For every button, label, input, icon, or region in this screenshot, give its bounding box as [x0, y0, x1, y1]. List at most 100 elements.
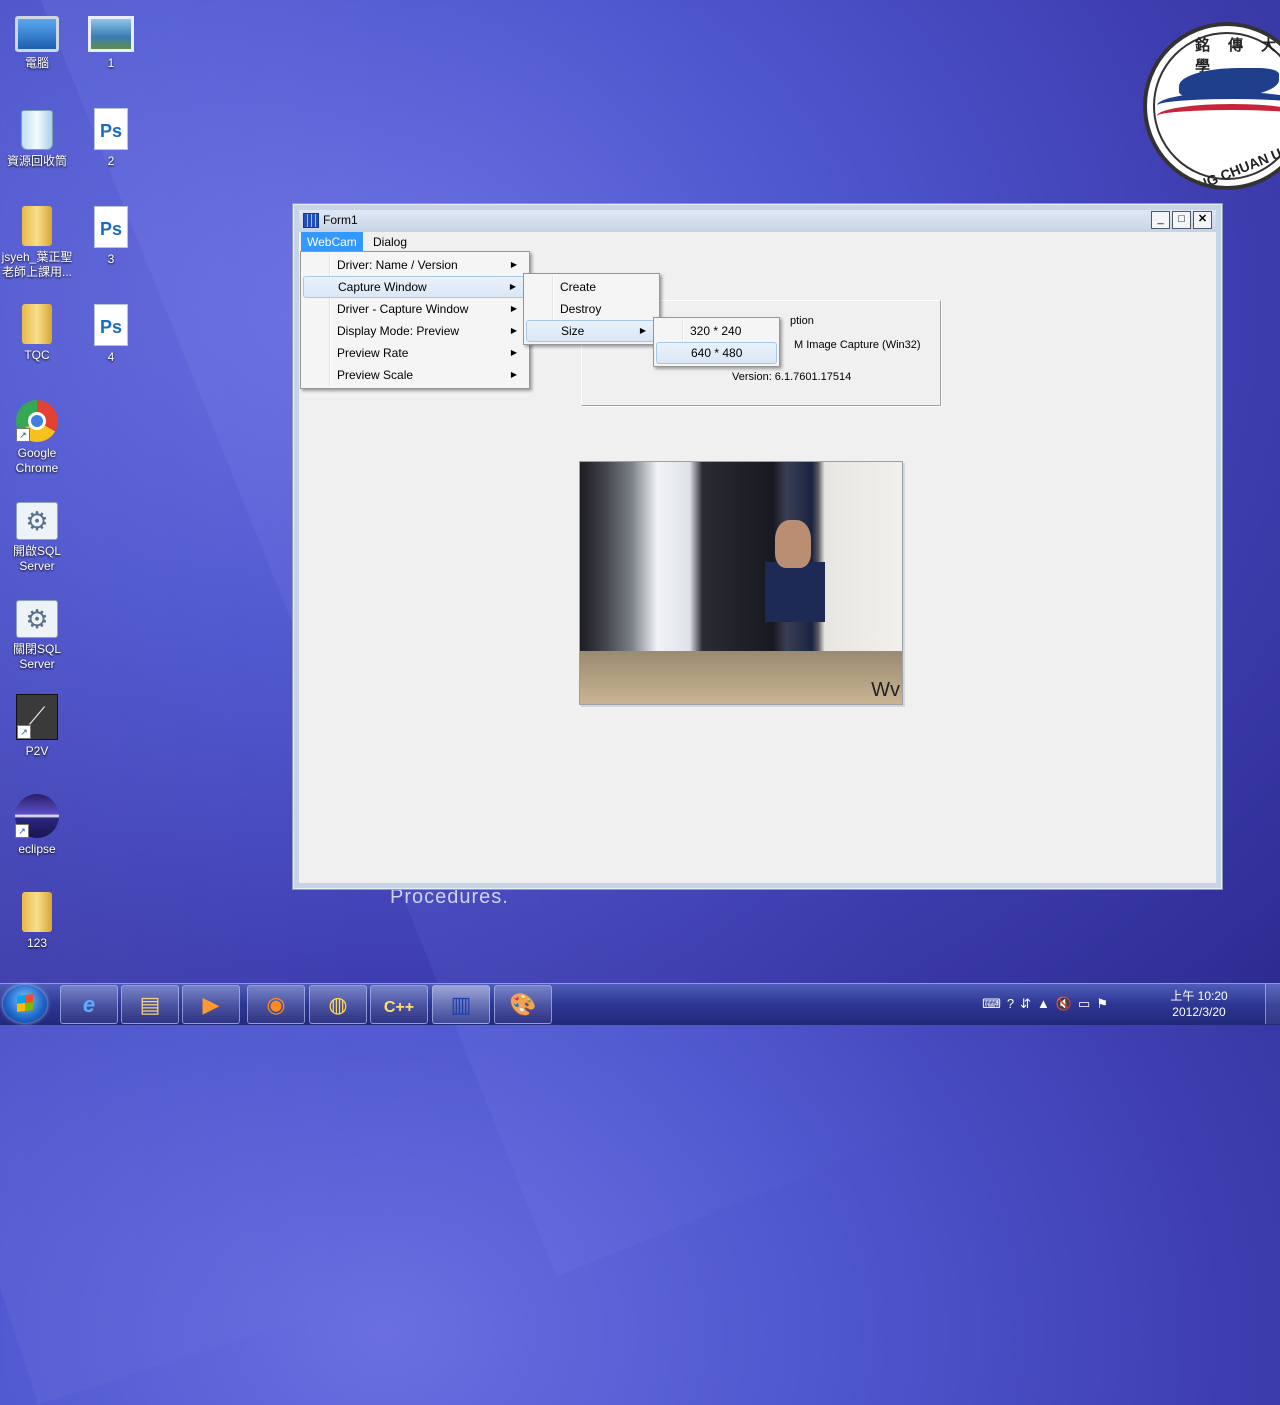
desktop-icon-1[interactable]: 1	[74, 10, 148, 71]
menu-item-preview-rate[interactable]: Preview Rate ▶	[303, 342, 527, 364]
internet-explorer-icon: e	[82, 992, 96, 1017]
network-icon[interactable]: ▭	[1078, 996, 1096, 1011]
taskbar-form1-app[interactable]: ▥	[432, 985, 490, 1024]
usb-icon[interactable]: ⇵	[1020, 996, 1037, 1011]
video-watermark: Wv	[871, 679, 900, 701]
person-face	[775, 520, 811, 568]
menu-item-label: Create	[560, 280, 597, 294]
show-desktop-button[interactable]	[1265, 984, 1280, 1024]
menu-item-label: Driver: Name / Version	[337, 258, 458, 272]
clock-time: 上午 10:20	[1170, 989, 1228, 1003]
keyboard-icon[interactable]: ⌨	[982, 996, 1007, 1011]
menu-item-driver-name-version[interactable]: Driver: Name / Version ▶	[303, 254, 527, 276]
start-button[interactable]	[3, 985, 47, 1023]
taskbar-internet-explorer[interactable]: e	[60, 985, 118, 1024]
desktop-icon-recycle-bin[interactable]: 資源回收筒	[0, 106, 74, 169]
desktop-icon-p2v[interactable]: ⟋ ↗ P2V	[0, 694, 74, 759]
menu-item-label: Driver - Capture Window	[337, 302, 469, 316]
desktop-icon-2[interactable]: Ps 2	[74, 106, 148, 169]
shortcut-arrow-icon: ↗	[16, 428, 30, 442]
desktop-icon-start-sql-server[interactable]: ⚙ 開啟SQL Server	[0, 502, 74, 574]
folder-icon: ▤	[139, 992, 161, 1017]
menu-webcam[interactable]: WebCam	[301, 232, 363, 252]
recycle-bin-icon	[21, 110, 53, 150]
clock[interactable]: 上午 10:20 2012/3/20	[1164, 988, 1234, 1020]
desktop-icon-label: TQC	[24, 348, 50, 362]
firefox-icon: ◉	[266, 992, 286, 1017]
taskbar-visual-cpp[interactable]: C++	[370, 985, 428, 1024]
volume-muted-icon[interactable]: 🔇	[1056, 996, 1078, 1011]
menu-item-create[interactable]: Create	[526, 276, 657, 298]
media-player-icon: ▶	[202, 992, 220, 1017]
visual-cpp-icon: C++	[383, 999, 415, 1016]
taskbar-file-explorer[interactable]: ▤	[121, 985, 179, 1024]
menu-item-preview-scale[interactable]: Preview Scale ▶	[303, 364, 527, 386]
desktop-icon-label: 2	[107, 154, 115, 168]
folder-icon	[22, 304, 52, 344]
desktop-icon-3[interactable]: Ps 3	[74, 204, 148, 267]
taskbar-chrome[interactable]: ◍	[309, 985, 367, 1024]
desktop-icon-label: jsyeh_葉正聖老師上課用...	[1, 250, 73, 279]
desktop-icon-123-folder[interactable]: 123	[0, 890, 74, 951]
menu-bar: WebCam Dialog	[299, 232, 1216, 252]
person-shirt	[765, 562, 825, 622]
image-file-icon	[88, 16, 134, 52]
photoshop-file-icon: Ps	[94, 206, 128, 248]
menu-item-size[interactable]: Size ▶	[526, 320, 657, 342]
desktop-icon-label: eclipse	[18, 842, 56, 856]
action-center-icon[interactable]: ⚑	[1096, 996, 1114, 1011]
help-icon[interactable]: ?	[1007, 996, 1020, 1011]
menu-item-label: Destroy	[560, 302, 602, 316]
minimize-button[interactable]: _	[1151, 211, 1170, 229]
webcam-preview: Wv	[579, 461, 903, 705]
desktop-icon-eclipse[interactable]: ↗ eclipse	[0, 794, 74, 857]
desktop-icon-label: 關閉SQL Server	[12, 642, 61, 671]
menu-item-label: 640 * 480	[691, 346, 743, 360]
menu-item-driver-capture-window[interactable]: Driver - Capture Window ▶	[303, 298, 527, 320]
folder-icon	[22, 892, 52, 932]
menu-item-size-320x240[interactable]: 320 * 240	[656, 320, 777, 342]
eclipse-icon: ↗	[15, 794, 59, 838]
gear-icon: ⚙	[16, 502, 58, 540]
chrome-icon: ◍	[328, 992, 348, 1017]
webcam-dropdown-menu: Driver: Name / Version ▶ Capture Window ▶ …	[300, 251, 530, 389]
taskbar-firefox[interactable]: ◉	[247, 985, 305, 1024]
menu-item-destroy[interactable]: Destroy	[526, 298, 657, 320]
shortcut-arrow-icon: ↗	[15, 824, 29, 838]
title-bar[interactable]: Form1 _ □ ✕	[299, 210, 1216, 230]
driver-info-name: M Image Capture (Win32)	[794, 339, 921, 351]
desktop-icon-stop-sql-server[interactable]: ⚙ 關閉SQL Server	[0, 600, 74, 672]
desktop-icon-computer[interactable]: 電腦	[0, 10, 74, 71]
submenu-arrow-icon: ▶	[510, 326, 517, 335]
desktop-icon-tqc[interactable]: TQC	[0, 302, 74, 363]
close-button[interactable]: ✕	[1193, 211, 1212, 229]
menu-item-label: Display Mode: Preview	[337, 324, 460, 338]
taskbar-paint[interactable]: 🎨	[494, 985, 552, 1024]
menu-item-label: Preview Rate	[337, 346, 409, 360]
menu-item-display-mode-preview[interactable]: Display Mode: Preview ▶	[303, 320, 527, 342]
taskbar-media-player[interactable]: ▶	[182, 985, 240, 1024]
menu-dialog[interactable]: Dialog	[367, 232, 413, 252]
computer-icon	[15, 16, 59, 52]
desktop-icon-label: 123	[26, 936, 48, 950]
desktop-icon-label: P2V	[25, 744, 49, 758]
maximize-button[interactable]: □	[1172, 211, 1191, 229]
show-hidden-icons-icon[interactable]: ▲	[1037, 996, 1056, 1011]
tray-icons: ⌨?⇵▲🔇▭⚑	[982, 996, 1114, 1012]
desktop-icon-label: 4	[107, 350, 115, 364]
menu-item-capture-window[interactable]: Capture Window ▶	[303, 276, 527, 298]
gear-icon: ⚙	[16, 600, 58, 638]
desktop-icon-google-chrome[interactable]: ↗ Google Chrome	[0, 400, 74, 476]
submenu-arrow-icon: ▶	[510, 304, 517, 313]
desktop-icon-4[interactable]: Ps 4	[74, 302, 148, 365]
windows-logo-icon	[17, 994, 33, 1012]
desktop-icon-label: 資源回收筒	[6, 154, 67, 168]
menu-item-size-640x480[interactable]: 640 * 480	[656, 342, 777, 364]
submenu-arrow-icon: ▶	[509, 282, 516, 291]
paint-icon: 🎨	[509, 992, 537, 1017]
desktop-icon-jsyeh-folder[interactable]: jsyeh_葉正聖老師上課用...	[0, 204, 74, 280]
photoshop-file-icon: Ps	[94, 108, 128, 150]
submenu-arrow-icon: ▶	[639, 326, 646, 335]
desktop-icon-label: 3	[107, 252, 115, 266]
shortcut-arrow-icon: ↗	[17, 725, 31, 739]
